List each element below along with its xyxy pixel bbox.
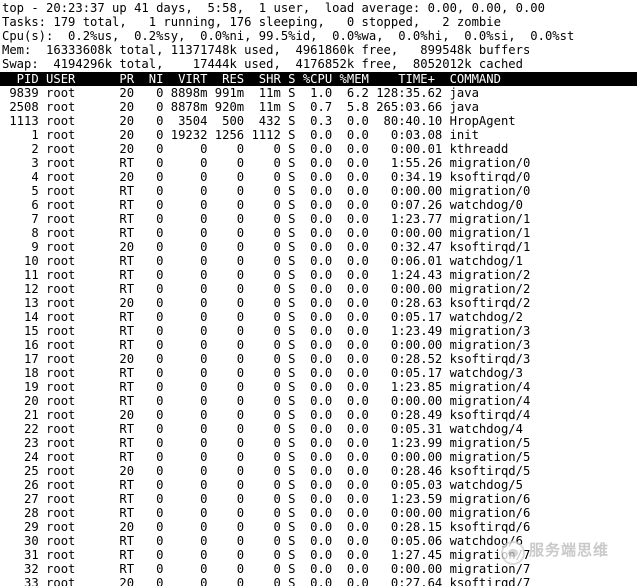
swap-line: Swap: 4194296k total, 17444k used, 41768… — [2, 57, 523, 71]
table-row[interactable]: 1113 root 20 0 3504 500 432 S 0.3 0.0 80… — [2, 114, 635, 128]
table-row[interactable]: 29 root 20 0 0 0 0 S 0.0 0.0 0:28.15 kso… — [2, 520, 635, 534]
table-row[interactable]: 6 root RT 0 0 0 0 S 0.0 0.0 0:07.26 watc… — [2, 198, 635, 212]
table-row[interactable]: 5 root RT 0 0 0 0 S 0.0 0.0 0:00.00 migr… — [2, 184, 635, 198]
table-row[interactable]: 4 root 20 0 0 0 0 S 0.0 0.0 0:34.19 ksof… — [2, 170, 635, 184]
table-row[interactable]: 14 root RT 0 0 0 0 S 0.0 0.0 0:05.17 wat… — [2, 310, 635, 324]
summary-panel: top - 20:23:37 up 41 days, 5:58, 1 user,… — [0, 1, 637, 71]
uptime-line: top - 20:23:37 up 41 days, 5:58, 1 user,… — [2, 1, 545, 15]
table-row[interactable]: 19 root RT 0 0 0 0 S 0.0 0.0 1:23.85 mig… — [2, 380, 635, 394]
table-row[interactable]: 21 root 20 0 0 0 0 S 0.0 0.0 0:28.49 kso… — [2, 408, 635, 422]
table-row[interactable]: 33 root 20 0 0 0 0 S 0.0 0.0 0:27.64 kso… — [2, 576, 635, 586]
table-row[interactable]: 31 root RT 0 0 0 0 S 0.0 0.0 1:27.45 mig… — [2, 548, 635, 562]
table-column-header[interactable]: PID USER PR NI VIRT RES SHR S %CPU %MEM … — [0, 72, 637, 86]
table-row[interactable]: 11 root RT 0 0 0 0 S 0.0 0.0 1:24.43 mig… — [2, 268, 635, 282]
table-row[interactable]: 17 root 20 0 0 0 0 S 0.0 0.0 0:28.52 kso… — [2, 352, 635, 366]
table-row[interactable]: 1 root 20 0 19232 1256 1112 S 0.0 0.0 0:… — [2, 128, 635, 142]
tasks-line: Tasks: 179 total, 1 running, 176 sleepin… — [2, 15, 501, 29]
table-row[interactable]: 32 root RT 0 0 0 0 S 0.0 0.0 0:00.00 mig… — [2, 562, 635, 576]
table-row[interactable]: 15 root RT 0 0 0 0 S 0.0 0.0 1:23.49 mig… — [2, 324, 635, 338]
table-row[interactable]: 7 root RT 0 0 0 0 S 0.0 0.0 1:23.77 migr… — [2, 212, 635, 226]
table-row[interactable]: 12 root RT 0 0 0 0 S 0.0 0.0 0:00.00 mig… — [2, 282, 635, 296]
table-row[interactable]: 23 root RT 0 0 0 0 S 0.0 0.0 1:23.99 mig… — [2, 436, 635, 450]
table-row[interactable]: 24 root RT 0 0 0 0 S 0.0 0.0 0:00.00 mig… — [2, 450, 635, 464]
table-row[interactable]: 9839 root 20 0 8898m 991m 11m S 1.0 6.2 … — [2, 86, 635, 100]
process-table: 9839 root 20 0 8898m 991m 11m S 1.0 6.2 … — [0, 86, 637, 586]
table-row[interactable]: 26 root RT 0 0 0 0 S 0.0 0.0 0:05.03 wat… — [2, 478, 635, 492]
table-row[interactable]: 9 root 20 0 0 0 0 S 0.0 0.0 0:32.47 ksof… — [2, 240, 635, 254]
table-row[interactable]: 27 root RT 0 0 0 0 S 0.0 0.0 1:23.59 mig… — [2, 492, 635, 506]
table-row[interactable]: 2508 root 20 0 8878m 920m 11m S 0.7 5.8 … — [2, 100, 635, 114]
table-row[interactable]: 3 root RT 0 0 0 0 S 0.0 0.0 1:55.26 migr… — [2, 156, 635, 170]
table-row[interactable]: 13 root 20 0 0 0 0 S 0.0 0.0 0:28.63 kso… — [2, 296, 635, 310]
memory-line: Mem: 16333608k total, 11371748k used, 49… — [2, 43, 531, 57]
table-row[interactable]: 10 root RT 0 0 0 0 S 0.0 0.0 0:06.01 wat… — [2, 254, 635, 268]
table-row[interactable]: 22 root RT 0 0 0 0 S 0.0 0.0 0:05.31 wat… — [2, 422, 635, 436]
table-row[interactable]: 20 root RT 0 0 0 0 S 0.0 0.0 0:00.00 mig… — [2, 394, 635, 408]
table-row[interactable]: 28 root RT 0 0 0 0 S 0.0 0.0 0:00.00 mig… — [2, 506, 635, 520]
terminal-window[interactable]: top - 20:23:37 up 41 days, 5:58, 1 user,… — [0, 0, 637, 586]
table-row[interactable]: 18 root RT 0 0 0 0 S 0.0 0.0 0:05.17 wat… — [2, 366, 635, 380]
table-row[interactable]: 8 root RT 0 0 0 0 S 0.0 0.0 0:00.00 migr… — [2, 226, 635, 240]
cpu-line: Cpu(s): 0.2%us, 0.2%sy, 0.0%ni, 99.5%id,… — [2, 29, 575, 43]
table-row[interactable]: 16 root RT 0 0 0 0 S 0.0 0.0 0:00.00 mig… — [2, 338, 635, 352]
table-row[interactable]: 30 root RT 0 0 0 0 S 0.0 0.0 0:05.06 wat… — [2, 534, 635, 548]
table-row[interactable]: 2 root 20 0 0 0 0 S 0.0 0.0 0:00.01 kthr… — [2, 142, 635, 156]
table-row[interactable]: 25 root 20 0 0 0 0 S 0.0 0.0 0:28.46 kso… — [2, 464, 635, 478]
